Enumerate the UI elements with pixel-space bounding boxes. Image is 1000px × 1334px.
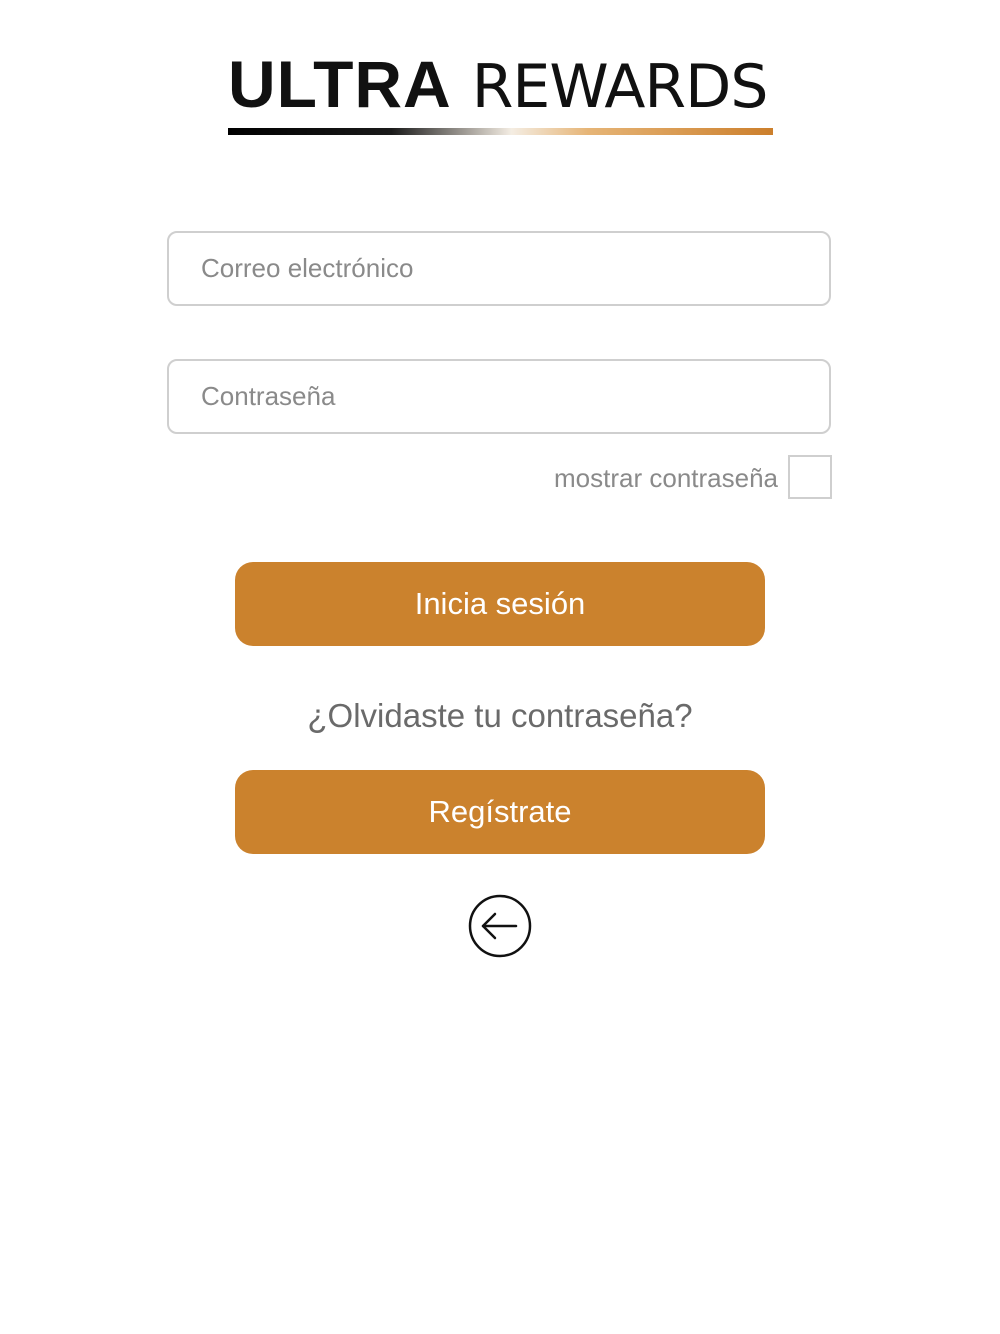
brand-wordmark: ULTRA REWARDS [228,51,768,119]
email-field[interactable] [201,233,801,304]
arrow-left-circle-icon [468,894,532,958]
password-field-container [167,359,831,434]
brand-logo: ULTRA REWARDS [228,51,773,138]
forgot-password-link[interactable]: ¿Olvidaste tu contraseña? [0,697,1000,735]
show-password-toggle[interactable]: mostrar contraseña [520,455,832,501]
email-field-container [167,231,831,306]
show-password-label: mostrar contraseña [554,463,778,493]
show-password-checkbox[interactable] [788,455,832,499]
brand-underline [228,128,773,135]
login-button[interactable]: Inicia sesión [235,562,765,646]
brand-name-bold: ULTRA [228,47,452,121]
password-field[interactable] [201,361,801,432]
brand-name-light: REWARDS [471,52,769,122]
register-button[interactable]: Regístrate [235,770,765,854]
back-button[interactable] [468,894,532,958]
